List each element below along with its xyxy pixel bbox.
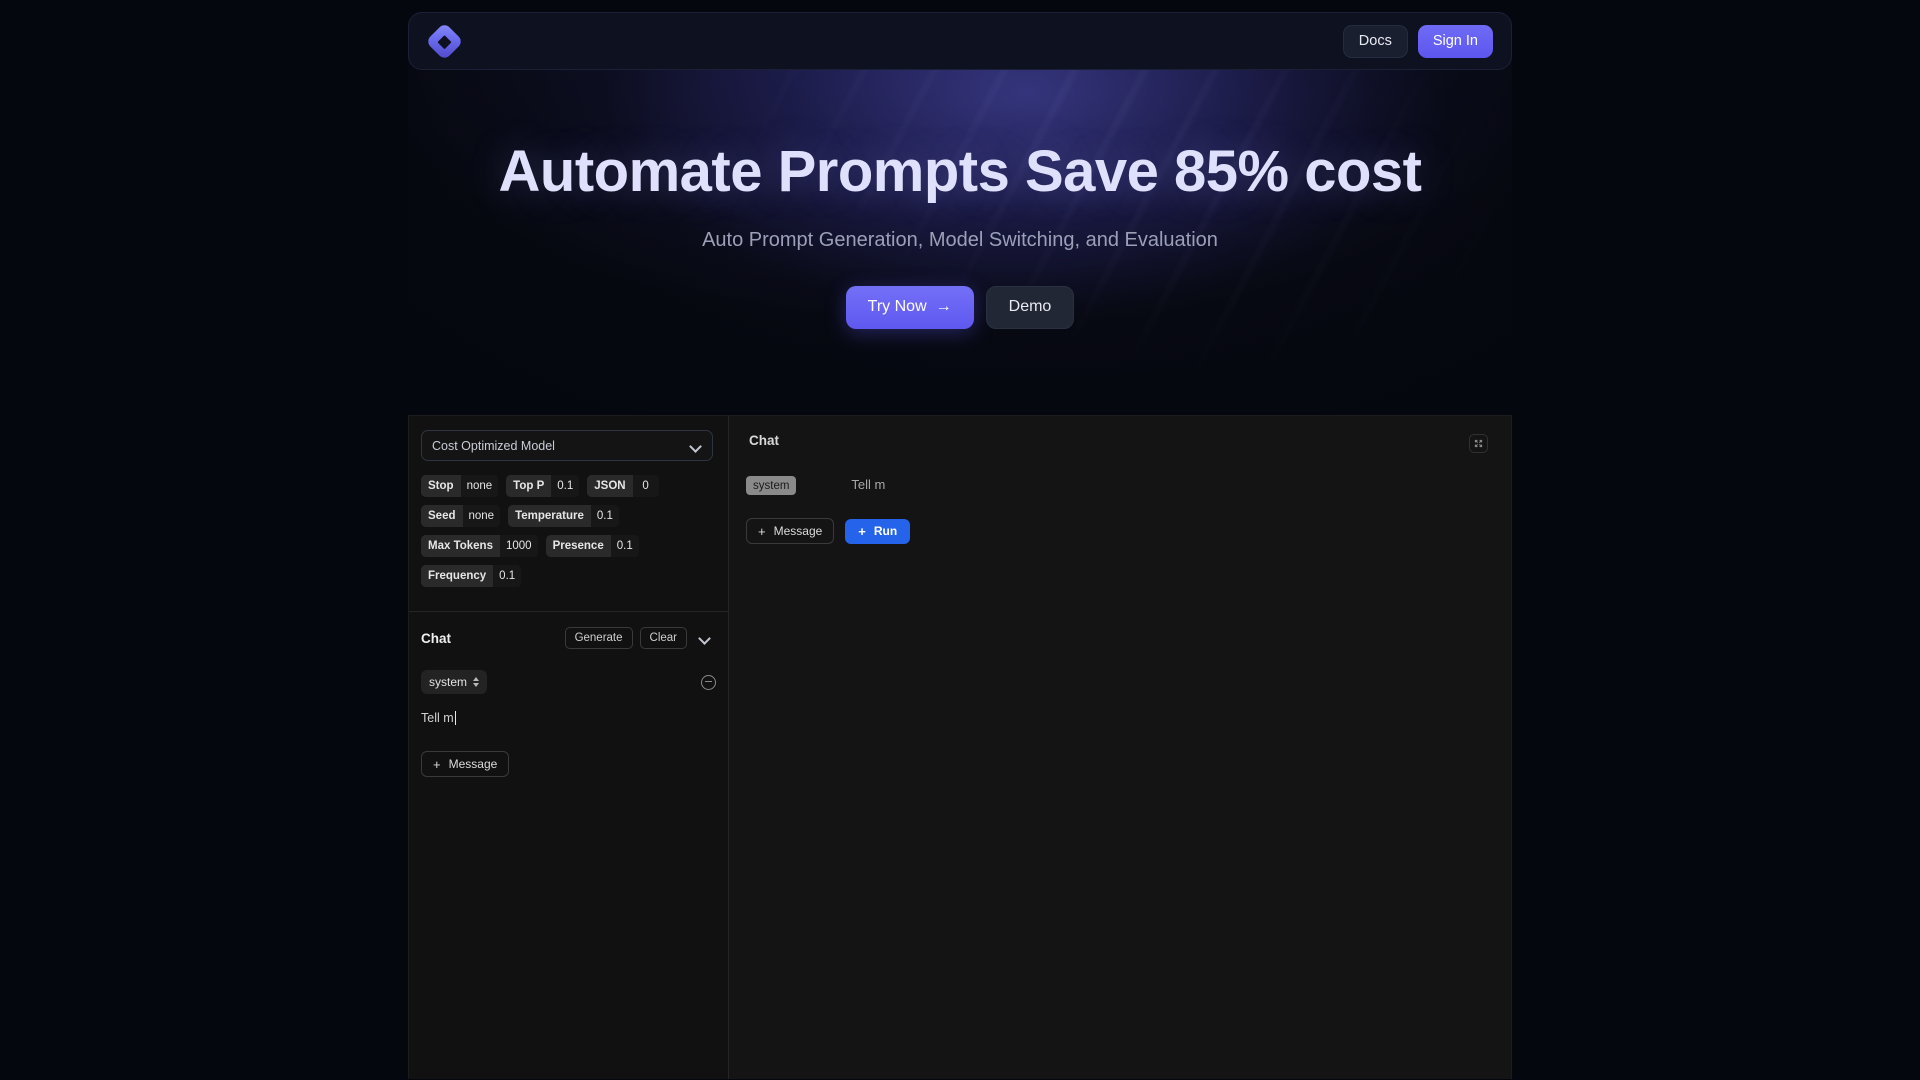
up-down-chevron-icon <box>473 677 480 687</box>
left-add-message-label: Message <box>448 757 498 771</box>
minus-circle-icon[interactable] <box>701 674 716 690</box>
run-button[interactable]: + Run <box>845 518 911 544</box>
param-chip-stop[interactable]: Stop none <box>421 475 499 497</box>
parameter-row: Seed none Temperature 0.1 <box>421 505 716 527</box>
chevron-down-icon <box>699 632 711 644</box>
docs-button[interactable]: Docs <box>1342 24 1408 58</box>
param-value[interactable]: 0.1 <box>610 535 639 557</box>
try-now-button[interactable]: Try Now → <box>845 285 974 329</box>
playground-right-column: Chat system Tell m + Message + Run <box>729 416 1511 1079</box>
param-value[interactable]: 1000 <box>499 535 538 557</box>
hero-cta-group: Try Now → Demo <box>845 285 1075 329</box>
param-value[interactable]: 0.1 <box>551 475 580 497</box>
hero-section: Automate Prompts Save 85% cost Auto Prom… <box>408 58 1512 412</box>
left-chat-title: Chat <box>421 630 451 646</box>
message-role-row: system <box>421 670 716 694</box>
playground-left-column: Cost Optimized Model Stop none Top P 0.1 <box>409 416 729 1079</box>
sign-in-button[interactable]: Sign In <box>1417 24 1493 58</box>
param-label: Seed <box>421 505 463 527</box>
run-button-label: Run <box>873 524 898 538</box>
message-editor-text: Tell m <box>421 711 454 725</box>
param-label: Top P <box>506 475 552 497</box>
param-chip-json[interactable]: JSON 0 <box>587 475 659 497</box>
parameter-row: Stop none Top P 0.1 JSON 0 <box>421 475 716 497</box>
param-value[interactable]: none <box>460 475 499 497</box>
right-message-text: Tell m <box>851 477 886 492</box>
model-select-value: Cost Optimized Model <box>432 438 555 453</box>
brand-logo[interactable] <box>424 21 464 61</box>
param-value[interactable]: none <box>462 505 501 527</box>
try-now-label: Try Now <box>867 298 927 316</box>
parameter-row: Frequency 0.1 <box>421 565 716 587</box>
param-chip-top-p[interactable]: Top P 0.1 <box>506 475 580 497</box>
header-actions: Docs Sign In <box>1342 24 1493 58</box>
role-selector[interactable]: system <box>421 670 488 694</box>
model-select[interactable]: Cost Optimized Model <box>421 430 713 461</box>
chevron-down-icon <box>690 440 702 452</box>
playground-panel: Cost Optimized Model Stop none Top P 0.1 <box>408 415 1512 1079</box>
arrow-right-icon: → <box>935 298 952 316</box>
param-chip-max-tokens[interactable]: Max Tokens 1000 <box>421 535 538 557</box>
param-value[interactable]: 0 <box>632 475 659 497</box>
right-message-role-badge: system <box>746 476 797 495</box>
param-label: Presence <box>545 535 611 557</box>
param-chip-temperature[interactable]: Temperature 0.1 <box>508 505 619 527</box>
model-parameters-block: Cost Optimized Model Stop none Top P 0.1 <box>409 416 728 612</box>
param-label: Temperature <box>508 505 591 527</box>
generate-button[interactable]: Generate <box>564 627 633 649</box>
parameter-row: Max Tokens 1000 Presence 0.1 <box>421 535 716 557</box>
hero-subtitle: Auto Prompt Generation, Model Switching,… <box>702 228 1218 251</box>
hero-title: Automate Prompts Save 85% cost <box>498 139 1422 204</box>
param-label: JSON <box>587 475 633 497</box>
right-chat-title: Chat <box>749 433 779 448</box>
param-value[interactable]: 0.1 <box>493 565 522 587</box>
param-label: Frequency <box>421 565 494 587</box>
right-message-row: system Tell m <box>746 476 1386 495</box>
param-chip-seed[interactable]: Seed none <box>421 505 501 527</box>
parameter-chip-rows: Stop none Top P 0.1 JSON 0 Seed none Tem… <box>421 475 716 587</box>
param-label: Max Tokens <box>421 535 500 557</box>
collapse-chat-button[interactable] <box>694 627 716 649</box>
page-root: Docs Sign In Automate Prompts Save 85% c… <box>0 0 1920 1080</box>
plus-icon: + <box>433 756 441 772</box>
param-value[interactable]: 0.1 <box>590 505 619 527</box>
param-label: Stop <box>421 475 461 497</box>
diamond-logo-icon <box>424 21 464 61</box>
expand-icon[interactable] <box>1469 434 1488 453</box>
clear-button[interactable]: Clear <box>639 627 687 649</box>
left-chat-header: Chat Generate Clear <box>421 626 716 650</box>
message-editor[interactable]: Tell m <box>421 711 716 725</box>
right-add-message-button[interactable]: + Message <box>746 518 835 544</box>
param-chip-frequency[interactable]: Frequency 0.1 <box>421 565 522 587</box>
plus-icon: + <box>758 523 766 539</box>
param-chip-presence[interactable]: Presence 0.1 <box>545 535 639 557</box>
plus-icon: + <box>858 523 866 539</box>
left-add-message-button[interactable]: + Message <box>421 751 510 777</box>
right-action-row: + Message + Run <box>746 518 911 544</box>
role-selector-value: system <box>429 675 468 689</box>
top-navigation-bar: Docs Sign In <box>408 12 1512 70</box>
right-add-message-label: Message <box>773 524 823 538</box>
text-cursor <box>454 711 456 725</box>
demo-button[interactable]: Demo <box>985 285 1075 329</box>
left-chat-editor: Chat Generate Clear system Tell m + Mess… <box>409 612 728 777</box>
